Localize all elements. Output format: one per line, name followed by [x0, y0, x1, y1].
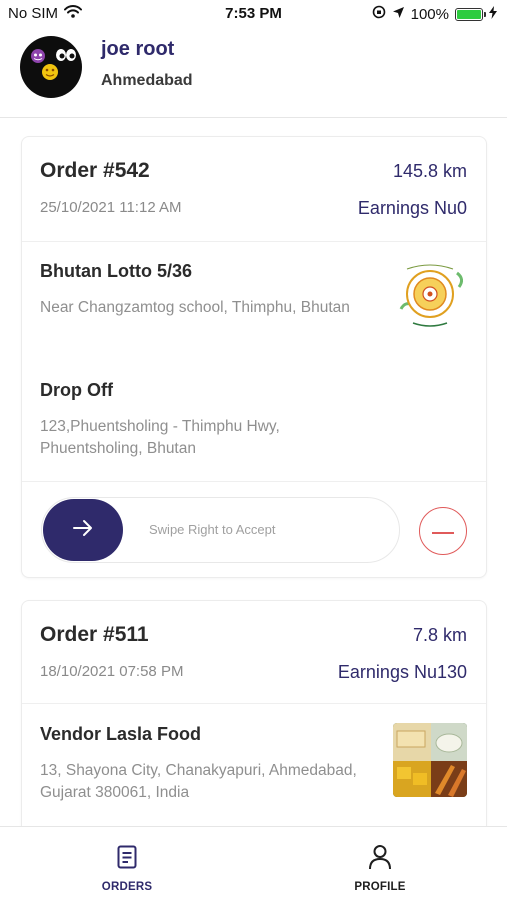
charging-bolt-icon: [489, 5, 497, 23]
battery-icon: [455, 7, 486, 21]
battery-percent: 100%: [410, 5, 449, 23]
battery-level-fill: [457, 9, 481, 19]
vendor-name: Vendor Lasla Food: [40, 724, 202, 744]
card-divider: [22, 481, 486, 482]
order-card[interactable]: Order #511 7.8 km 18/10/2021 07:58 PM Ea…: [21, 600, 487, 860]
orientation-lock-icon: [372, 5, 386, 23]
order-number: Order #511: [40, 623, 149, 646]
order-number: Order #542: [40, 159, 150, 182]
card-divider: [22, 241, 486, 242]
vendor-address: Near Changzamtog school, Thimphu, Bhutan: [40, 299, 350, 316]
order-date: 18/10/2021 07:58 PM: [40, 663, 184, 680]
vendor-address: 13, Shayona City, Chanakyapuri, Ahmedaba…: [40, 762, 357, 801]
user-profile-icon: [367, 843, 393, 871]
order-distance: 7.8 km: [412, 625, 467, 645]
tab-profile[interactable]: PROFILE: [305, 827, 455, 900]
dropoff-title: Drop Off: [40, 380, 113, 400]
swipe-label: Swipe Right to Accept: [149, 522, 276, 537]
order-date: 25/10/2021 11:12 AM: [40, 199, 182, 216]
user-name: joe root: [101, 38, 175, 60]
tab-profile-label: PROFILE: [354, 881, 406, 893]
avatar[interactable]: [20, 36, 82, 98]
orders-document-icon: [114, 843, 140, 871]
dropoff-address: 123,Phuentsholing - Thimphu Hwy, Phuents…: [40, 418, 280, 457]
profile-header: joe root Ahmedabad: [0, 28, 507, 118]
swipe-handle[interactable]: [43, 499, 123, 561]
card-divider: [22, 703, 486, 704]
minus-icon: [432, 522, 454, 540]
order-earnings: Earnings Nu0: [357, 198, 467, 218]
order-card[interactable]: Order #542 145.8 km 25/10/2021 11:12 AM …: [21, 136, 487, 578]
avatar-emoji-art: [31, 49, 76, 80]
location-arrow-icon: [392, 6, 405, 23]
food-platter-image-icon: [393, 723, 467, 797]
status-right: 100%: [372, 5, 497, 23]
order-earnings: Earnings Nu130: [337, 662, 467, 682]
tab-orders[interactable]: ORDERS: [52, 827, 202, 900]
lotto-seal-logo-icon: [393, 257, 467, 331]
order-distance: 145.8 km: [392, 161, 467, 181]
vendor-name: Bhutan Lotto 5/36: [40, 261, 192, 281]
reject-order-button[interactable]: [419, 507, 467, 555]
status-bar: No SIM 7:53 PM 100%: [0, 0, 507, 28]
swipe-to-accept-slider[interactable]: Swipe Right to Accept: [41, 497, 400, 563]
user-city: Ahmedabad: [101, 72, 193, 89]
bottom-navigation: ORDERS PROFILE: [0, 826, 507, 900]
arrow-right-icon: [72, 518, 94, 543]
tab-orders-label: ORDERS: [101, 881, 153, 893]
